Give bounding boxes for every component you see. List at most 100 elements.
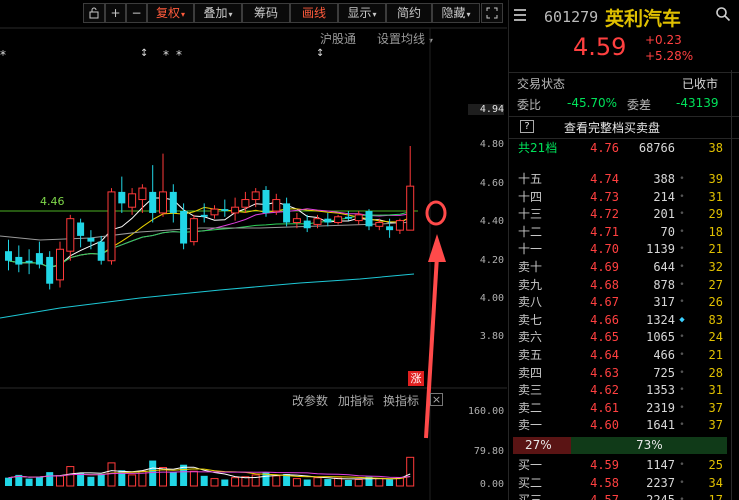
ask-row[interactable]: 卖八 4.67 317 • 26: [509, 293, 739, 311]
full-book-label: 查看完整档买卖盘: [564, 121, 661, 135]
chart-area[interactable]: + − 复权▾ 叠加▾ 筹码 画线 显示▾ 简约 隐藏▾ 沪股通 设置均线 ▾ …: [0, 0, 507, 500]
ask-row[interactable]: 十二 4.71 70 • 18: [509, 223, 739, 241]
ask-marker-icon: ◆: [679, 314, 685, 325]
total-volume: 68766: [638, 141, 675, 155]
volume-tick-label: 0.00: [479, 479, 504, 490]
ask-price: 4.72: [590, 207, 619, 222]
candle-body: [334, 216, 343, 223]
side-tab-strip[interactable]: [731, 70, 739, 500]
ask-row[interactable]: 卖七 4.66 1324 ◆ 83: [509, 311, 739, 329]
candle-body: [56, 248, 64, 281]
price-tick-label: 3.80: [479, 331, 504, 342]
event-mark[interactable]: ↕: [140, 48, 148, 59]
volume-bar: [107, 462, 116, 487]
ask-volume: 1065: [646, 330, 675, 345]
candle-body: [66, 218, 75, 252]
volume-bar: [406, 456, 415, 487]
candle-body: [15, 256, 23, 265]
ask-order-count: 31: [708, 189, 723, 204]
bid-order-count: 17: [687, 491, 723, 500]
search-icon[interactable]: [715, 6, 731, 26]
edit-params-button[interactable]: 改参数: [292, 392, 328, 409]
bid-volume: 2237: [646, 475, 675, 490]
ask-marker-icon: •: [679, 279, 685, 290]
price-tick-label: 4.20: [479, 255, 504, 266]
add-indicator-button[interactable]: 加指标: [338, 392, 374, 409]
candle-body: [303, 220, 311, 229]
event-mark[interactable]: *: [0, 48, 6, 62]
candle-body: [283, 203, 291, 223]
candle-body: [200, 214, 208, 217]
ask-volume: 725: [653, 365, 675, 380]
ask-order-count: 21: [708, 348, 723, 362]
volume-bar: [375, 478, 384, 487]
candle-body: [107, 191, 116, 262]
ask-volume: 2319: [646, 400, 675, 415]
candle-body: [138, 187, 147, 201]
ask-price: 4.68: [590, 277, 619, 292]
bid-row[interactable]: 买二 4.58 2237 • 34: [509, 474, 739, 492]
bid-row[interactable]: 买一 4.59 1147 • 25: [509, 456, 739, 474]
candle-body: [241, 199, 250, 208]
support-line-label[interactable]: 4.46: [40, 195, 65, 208]
ask-volume: 466: [653, 348, 675, 362]
ask-level-label: 卖八: [518, 295, 543, 310]
ask-order-count: 37: [708, 400, 723, 415]
bid-marker-icon: •: [677, 491, 687, 500]
bid-row[interactable]: 买三 4.572245•17: [509, 491, 739, 500]
event-mark[interactable]: ↕: [316, 48, 324, 59]
volume-bar: [210, 478, 219, 487]
trade-status-row: 交易状态 已收市: [509, 72, 739, 92]
menu-icon[interactable]: [514, 9, 526, 21]
ask-row[interactable]: 卖一 4.60 1641 • 37: [509, 416, 739, 434]
weicha-label: 委差: [627, 98, 652, 112]
order-ratio-bar: 27% 73%: [513, 437, 727, 454]
price-tick-label: 4.40: [479, 216, 504, 227]
candlestick-chart[interactable]: [0, 0, 507, 500]
candle-body: [87, 237, 95, 242]
ask-row[interactable]: 卖三 4.62 1353 • 31: [509, 381, 739, 399]
close-indicator-button[interactable]: ×: [430, 393, 443, 406]
ask-row[interactable]: 十三 4.72 201 • 29: [509, 205, 739, 223]
switch-indicator-button[interactable]: 换指标: [383, 392, 419, 409]
ask-row[interactable]: 卖十 4.69 644 • 32: [509, 258, 739, 276]
ask-row[interactable]: 卖九 4.68 878 • 27: [509, 276, 739, 294]
candle-body: [128, 193, 137, 208]
candle-body: [25, 260, 33, 263]
bid-price: 4.59: [590, 458, 619, 472]
full-book-link[interactable]: ? 查看完整档买卖盘: [509, 116, 739, 136]
candle-body: [375, 222, 384, 227]
ask-level-label: 卖七: [518, 312, 543, 327]
candle-body: [5, 251, 12, 261]
ask-marker-icon: •: [679, 385, 685, 396]
ask-level-label: 十二: [518, 224, 543, 239]
ask-marker-icon: •: [679, 332, 685, 343]
ask-price: 4.62: [590, 383, 619, 398]
bid-order-count: 34: [708, 475, 723, 490]
event-mark[interactable]: *: [176, 48, 182, 62]
ask-level-label: 卖二: [518, 400, 543, 415]
ask-row[interactable]: 卖五 4.64 466 • 21: [509, 346, 739, 364]
volume-bar: [87, 476, 95, 486]
volume-bar: [169, 472, 177, 486]
ask-order-count: 83: [708, 312, 723, 327]
candle-body: [169, 191, 177, 213]
annotation-arrowhead: [428, 234, 446, 262]
volume-bar: [77, 473, 85, 486]
ask-row[interactable]: 卖四 4.63 725 • 28: [509, 364, 739, 382]
total-count: 38: [708, 141, 723, 155]
ask-level-label: 十一: [518, 242, 543, 257]
ask-volume: 201: [653, 207, 675, 222]
volume-bar: [292, 478, 301, 487]
bid-volume: 2245: [619, 491, 675, 500]
ask-row[interactable]: 十一 4.70 1139 • 21: [509, 240, 739, 258]
candle-body: [344, 216, 352, 219]
ask-row[interactable]: 卖六 4.65 1065 • 24: [509, 328, 739, 346]
ask-row[interactable]: 十五 4.74 388 • 39: [509, 170, 739, 188]
ask-level-label: 十五: [518, 172, 543, 186]
event-mark[interactable]: *: [163, 48, 169, 62]
ask-order-count: 18: [708, 224, 723, 239]
ask-row[interactable]: 十四 4.73 214 • 31: [509, 188, 739, 206]
ask-row[interactable]: 卖二 4.61 2319 • 37: [509, 399, 739, 417]
limit-up-badge: 涨: [408, 371, 424, 386]
